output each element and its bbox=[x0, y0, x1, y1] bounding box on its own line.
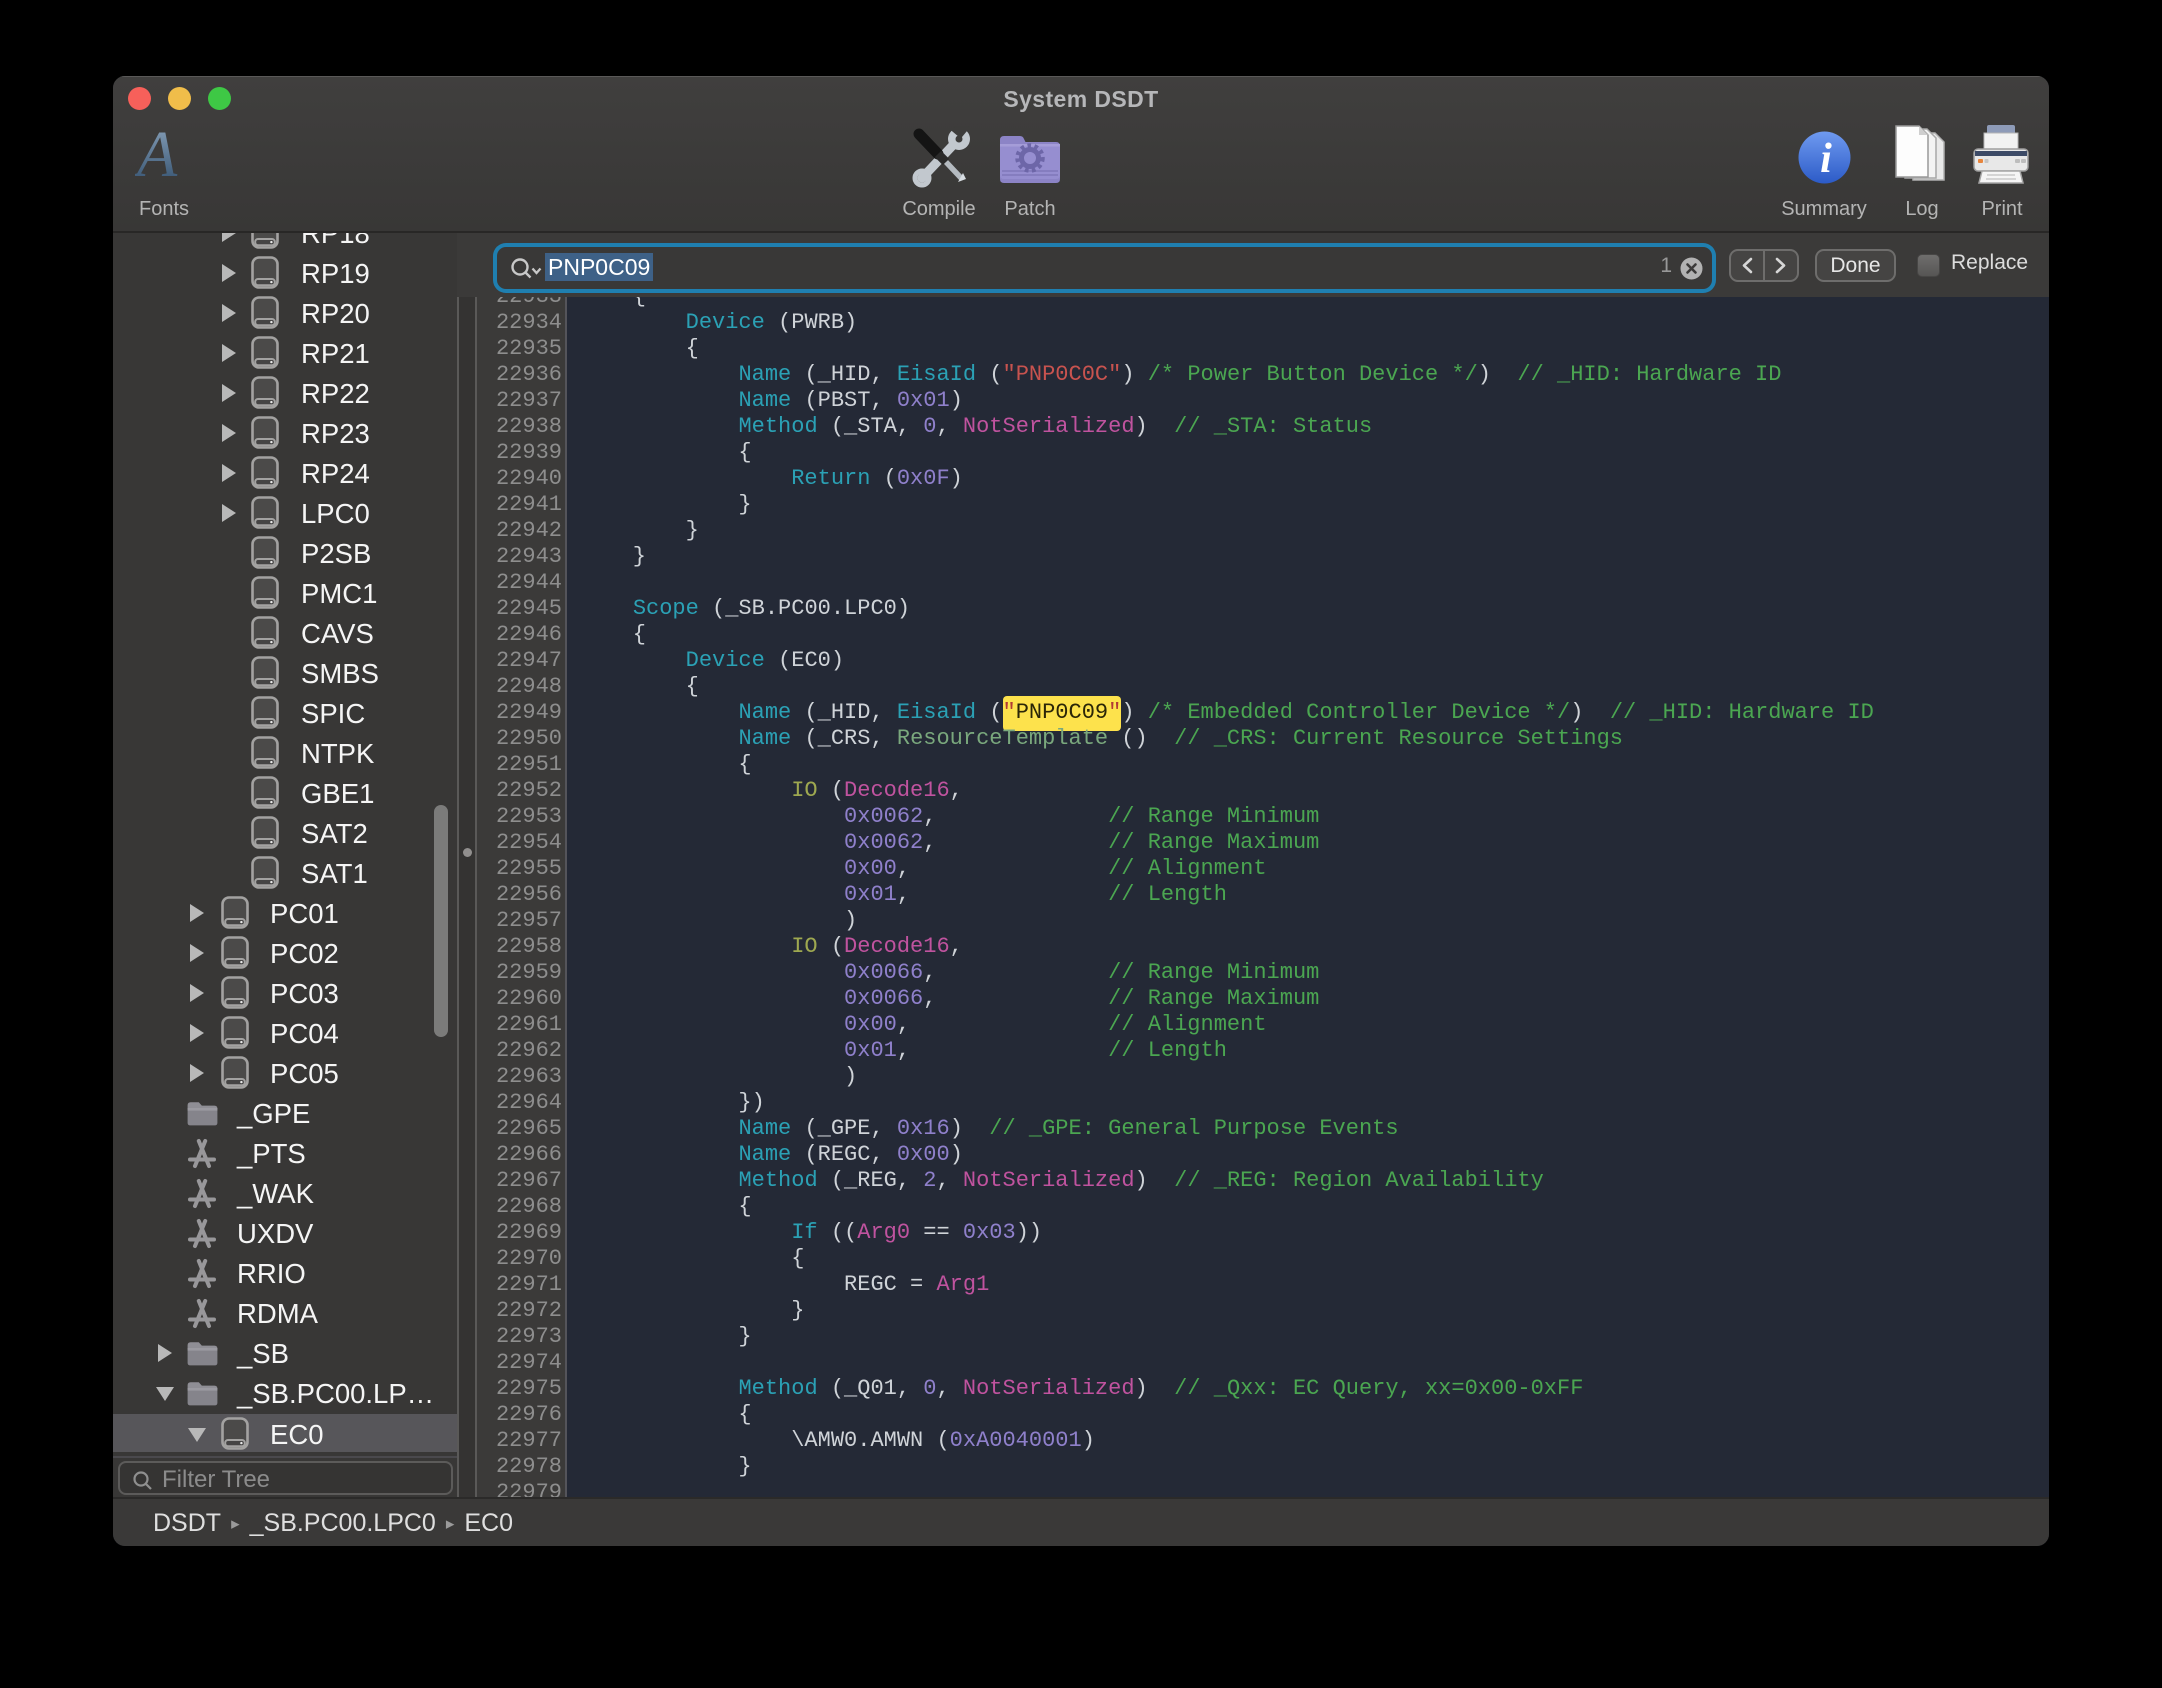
svg-text:i: i bbox=[1820, 136, 1832, 182]
